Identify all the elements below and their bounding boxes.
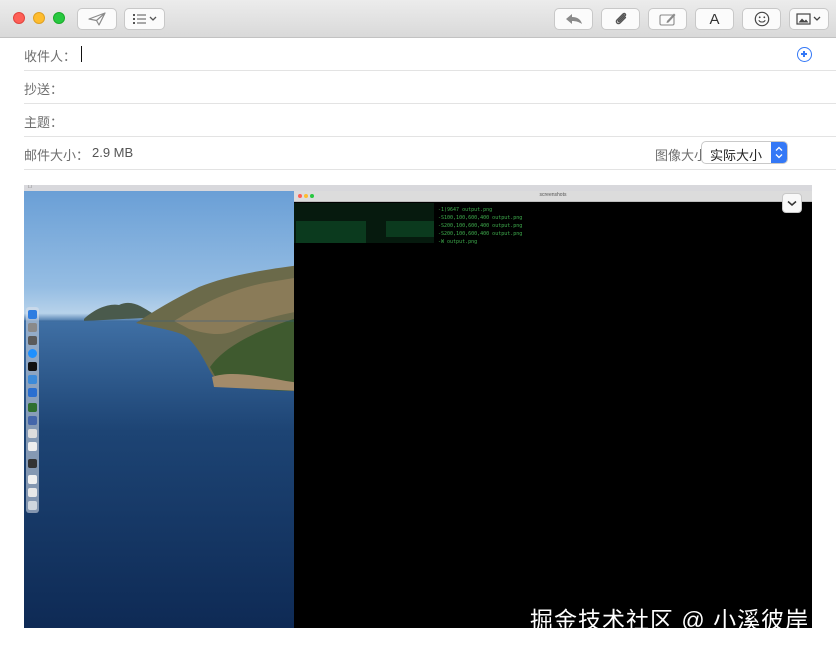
- smiley-icon: [754, 11, 769, 27]
- attached-image[interactable]: : [24, 185, 812, 628]
- select-arrows-icon: [771, 142, 787, 163]
- reply-button[interactable]: [554, 8, 593, 30]
- markup-button[interactable]: [648, 8, 687, 30]
- photo-chevron-icon: [796, 13, 821, 25]
- to-field[interactable]: [81, 46, 82, 62]
- terminal-line: -W output.png: [438, 239, 478, 245]
- subject-row[interactable]: 主题：: [24, 104, 836, 137]
- photo-browser-button[interactable]: [789, 8, 829, 30]
- toolbar: A: [0, 0, 836, 38]
- send-button[interactable]: [77, 8, 117, 30]
- to-row: 收件人：: [24, 38, 836, 71]
- cc-row[interactable]: 抄送：: [24, 71, 836, 104]
- terminal-title: screenshots: [539, 192, 567, 198]
- attach-button[interactable]: [601, 8, 640, 30]
- paperclip-icon: [615, 12, 626, 25]
- watermark: 掘金技术社区 @ 小溪彼岸: [530, 607, 810, 628]
- to-label: 收件人：: [24, 49, 77, 64]
- minimize-window-button[interactable]: [33, 12, 45, 24]
- format-a-icon: A: [709, 10, 720, 28]
- terminal-line: -S100,100,600,400 output.png: [438, 215, 523, 221]
- terminal-window: screenshots -1)9647 output.png -S100,100…: [294, 191, 812, 628]
- terminal-line: -1)9647 output.png: [438, 207, 493, 213]
- screenshot-dock: [26, 307, 39, 513]
- subject-label: 主题：: [24, 115, 64, 130]
- terminal-titlebar: screenshots: [294, 191, 812, 202]
- message-size-value: 2.9 MB: [92, 145, 134, 160]
- format-button[interactable]: A: [695, 8, 734, 30]
- terminal-line: -S200,100,600,400 output.png: [438, 223, 523, 229]
- add-recipient-icon[interactable]: [797, 47, 812, 62]
- zoom-window-button[interactable]: [53, 12, 65, 24]
- cc-label: 抄送：: [24, 82, 64, 97]
- chevron-down-icon: [787, 200, 797, 206]
- terminal-line: -S200,100,600,400 output.png: [438, 231, 523, 237]
- reply-arrow-icon: [565, 14, 582, 24]
- emoji-button[interactable]: [742, 8, 781, 30]
- image-size-selected: 实际大小: [710, 148, 763, 163]
- image-options-button[interactable]: [782, 193, 802, 213]
- list-chevron-icon: [132, 14, 156, 24]
- image-size-select[interactable]: 实际大小: [701, 141, 788, 164]
- desktop-wallpaper: [24, 191, 300, 628]
- message-size-label: 邮件大小：: [24, 148, 90, 163]
- close-window-button[interactable]: [13, 12, 25, 24]
- header-fields-button[interactable]: [124, 8, 165, 30]
- paper-plane-icon: [88, 12, 106, 26]
- markup-pen-icon: [658, 13, 675, 26]
